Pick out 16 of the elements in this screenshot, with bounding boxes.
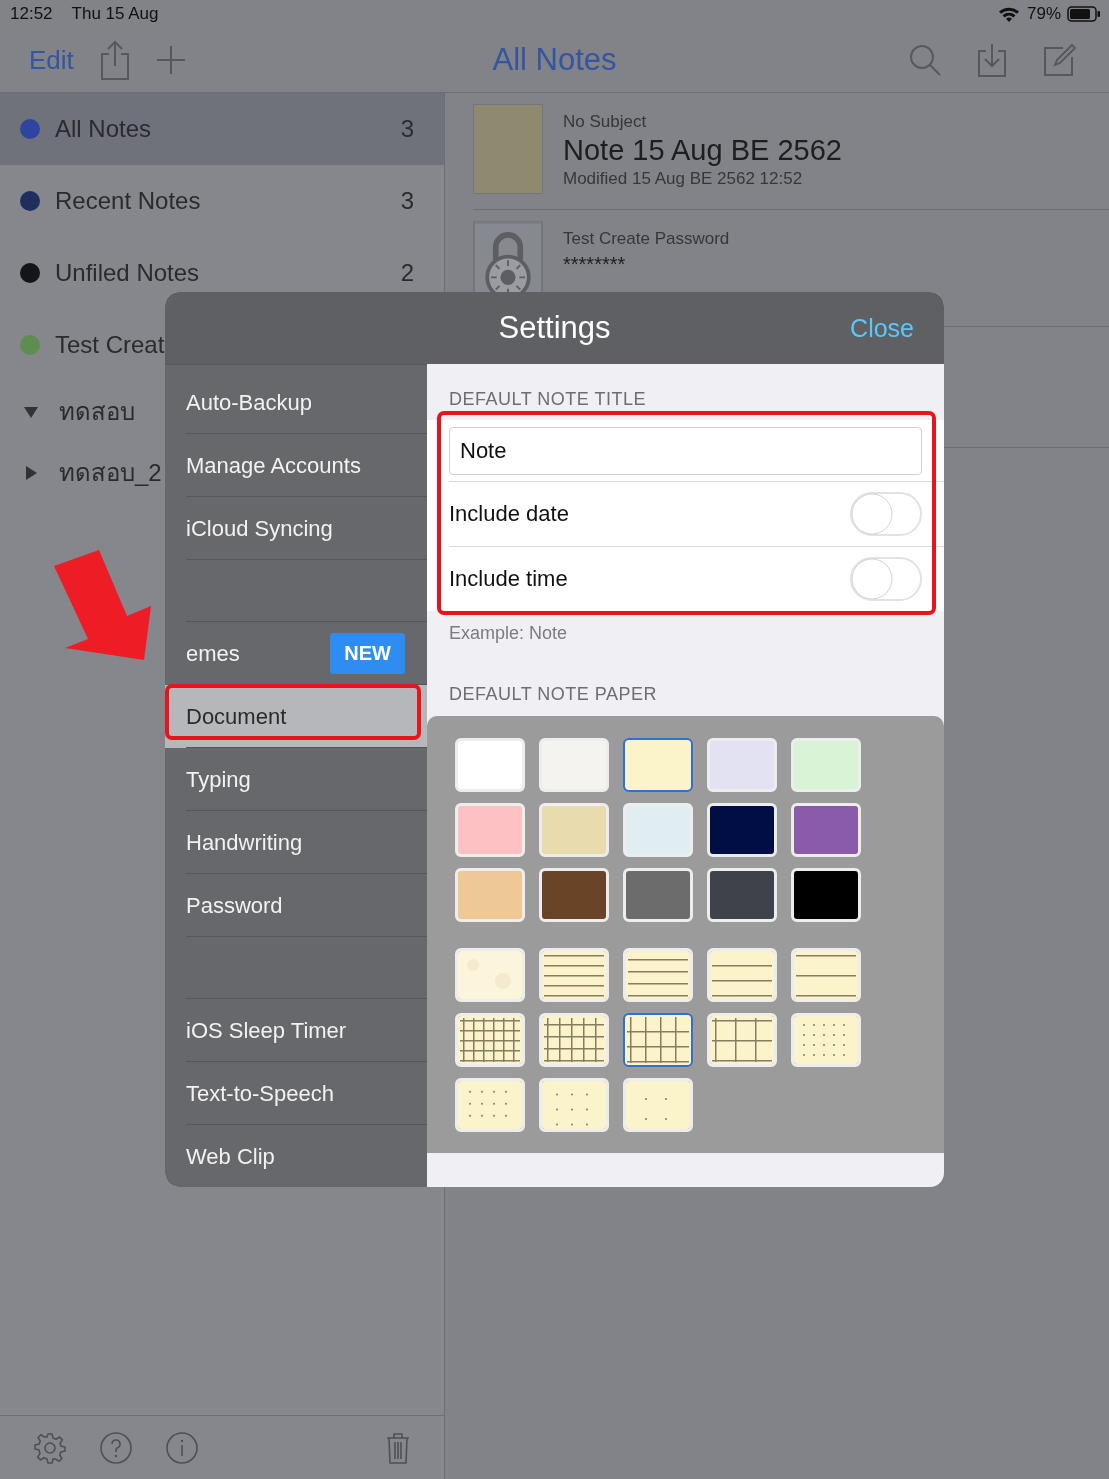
battery-percent: 79% bbox=[1026, 4, 1061, 24]
status-time: 12:52 bbox=[10, 4, 53, 24]
note-subject: No Subject bbox=[563, 112, 648, 132]
note-subject: Test Create Password bbox=[563, 229, 730, 249]
note-date: Modified 15 Aug BE 2562 12:52 bbox=[563, 169, 804, 189]
nav-title: All Notes bbox=[492, 42, 617, 78]
toggle-label: Include time bbox=[449, 566, 568, 592]
example-text: Example: Note bbox=[448, 622, 569, 644]
note-title: ******** bbox=[563, 253, 627, 276]
menu-item-label: emes bbox=[186, 640, 240, 667]
status-date: Thu 15 Aug bbox=[71, 4, 159, 24]
toggle-label: Include date bbox=[449, 501, 569, 527]
section-header: DEFAULT NOTE TITLE bbox=[448, 388, 648, 411]
note-title: Note 15 Aug BE 2562 bbox=[563, 134, 842, 167]
new-badge: NEW bbox=[330, 633, 405, 674]
section-header: DEFAULT NOTE PAPER bbox=[448, 683, 659, 706]
